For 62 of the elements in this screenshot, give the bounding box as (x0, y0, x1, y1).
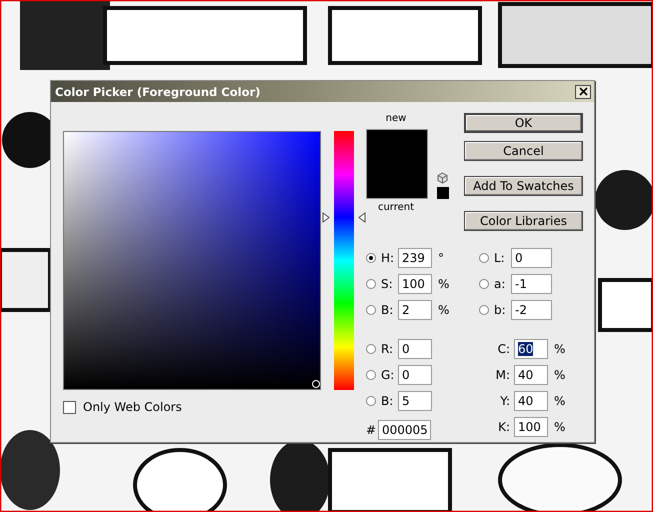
window-title: Color Picker (Foreground Color) (55, 84, 260, 98)
input-field[interactable]: 239 (398, 248, 432, 268)
input-field[interactable]: 0 (511, 248, 552, 268)
unit-label: % (438, 277, 450, 291)
color-field[interactable] (63, 131, 321, 390)
unit-label: % (438, 303, 450, 317)
field-label: B: (381, 303, 394, 317)
field-label: B: (381, 394, 394, 408)
radio-button[interactable] (366, 279, 376, 289)
input-field[interactable]: 5 (398, 391, 432, 411)
input-field[interactable]: 40 (514, 391, 548, 411)
radio-button[interactable] (366, 370, 376, 380)
new-color-swatch (367, 130, 427, 164)
unit-label: % (554, 394, 566, 408)
current-color-swatch[interactable] (367, 164, 427, 198)
field-label: # (366, 423, 378, 437)
current-label: current (376, 202, 416, 214)
dialog-button[interactable]: Add To Swatches (464, 176, 583, 196)
field-label: K: (497, 420, 510, 434)
radio-button[interactable] (479, 279, 489, 289)
field-label: C: (496, 342, 510, 356)
input-field[interactable]: 60 (514, 339, 548, 359)
checkbox[interactable] (63, 400, 76, 414)
input-field[interactable]: 000005 (378, 420, 431, 440)
field-label: R: (381, 342, 394, 356)
input-field[interactable]: 40 (514, 365, 548, 385)
input-field[interactable]: 100 (398, 274, 432, 294)
radio-button[interactable] (366, 344, 376, 354)
field-label: L: (494, 251, 506, 265)
field-label: S: (381, 277, 394, 291)
unit-label: ° (438, 251, 444, 265)
close-icon (578, 87, 588, 96)
radio-button[interactable] (366, 396, 376, 406)
unit-label: % (554, 342, 566, 356)
radio-button[interactable] (479, 253, 489, 263)
web-color-swatch[interactable] (437, 187, 449, 199)
field-label: a: (494, 277, 506, 291)
field-label: Y: (499, 394, 510, 408)
radio-button[interactable] (366, 253, 376, 263)
field-label: b: (494, 303, 507, 317)
input-field[interactable]: -2 (511, 300, 552, 320)
field-label: G: (381, 368, 396, 382)
input-field[interactable]: 2 (398, 300, 432, 320)
radio-button[interactable] (479, 305, 489, 315)
new-label: new (384, 113, 408, 125)
dialog-button[interactable]: OK (464, 113, 583, 133)
input-field[interactable]: 0 (398, 339, 432, 359)
color-marker[interactable] (312, 380, 320, 388)
input-field[interactable]: -1 (511, 274, 552, 294)
dialog-button[interactable]: Color Libraries (464, 211, 583, 231)
field-label: M: (494, 368, 510, 382)
radio-button[interactable] (366, 305, 376, 315)
input-field[interactable]: 0 (398, 365, 432, 385)
cube-icon[interactable] (437, 172, 448, 184)
unit-label: % (554, 420, 566, 434)
field-label: H: (381, 251, 396, 265)
unit-label: % (554, 368, 566, 382)
close-button[interactable] (575, 84, 591, 98)
input-field[interactable]: 100 (514, 417, 548, 437)
dialog-button[interactable]: Cancel (464, 141, 583, 161)
checkbox-label: Only Web Colors (83, 400, 182, 414)
hue-slider-thumb[interactable] (322, 212, 366, 224)
